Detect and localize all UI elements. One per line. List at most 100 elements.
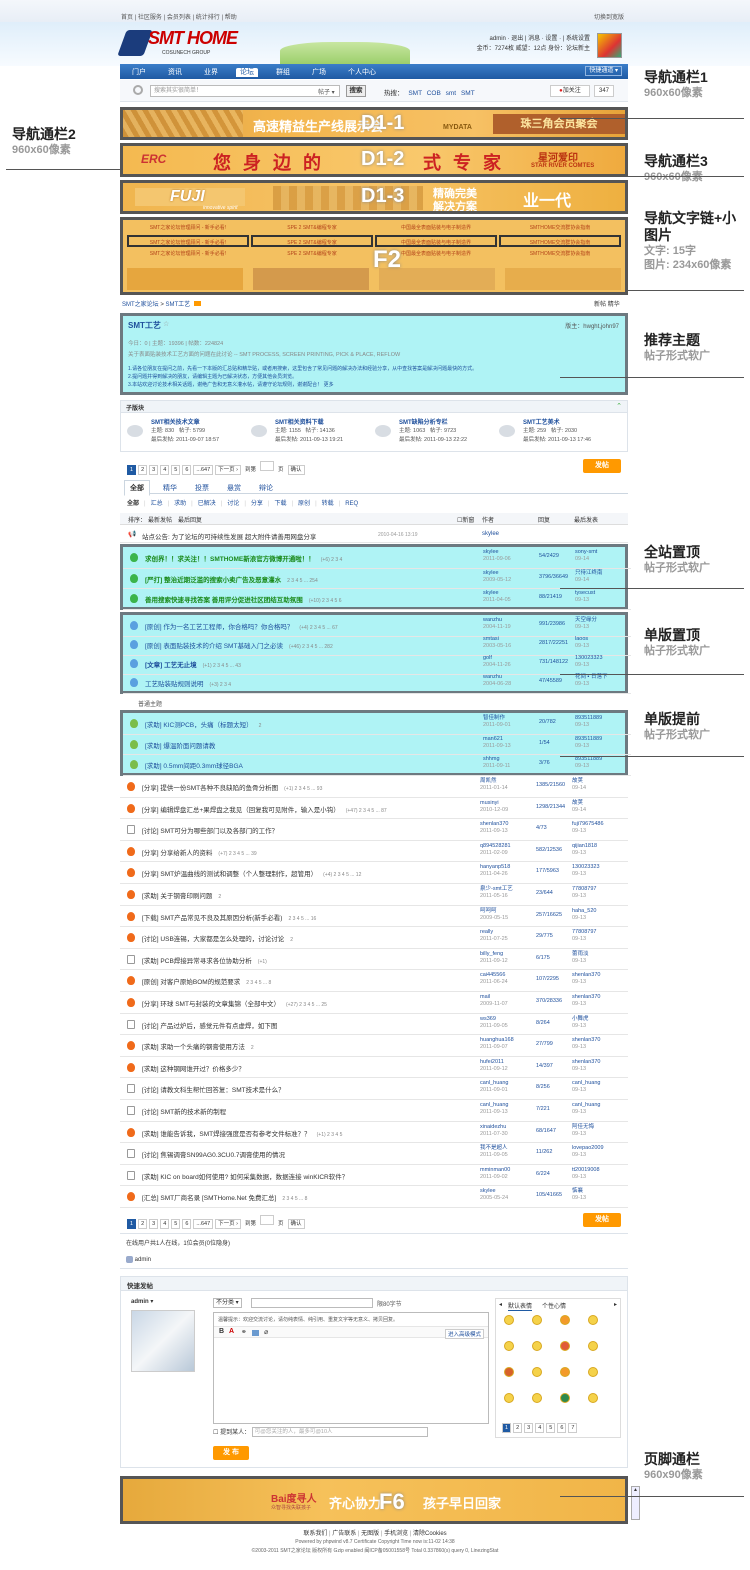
follow-button[interactable]: ●加关注: [550, 85, 590, 97]
thread-title-text[interactable]: [求助] PCB焊接异常寻求各位协助分析: [142, 958, 252, 965]
thread-last-post[interactable]: canl_huang 09-13: [572, 1102, 600, 1116]
thread-author[interactable]: 智佳制作 2011-09-01: [483, 715, 511, 729]
thread-title[interactable]: [原创] 作为一名工艺工程师，你合格吗？你合格吗？ (+4) 2 3 4 5 ..…: [145, 621, 338, 631]
page-link[interactable]: 1: [127, 465, 137, 475]
emoticon-next-icon[interactable]: ▸: [614, 1301, 617, 1308]
thread-title[interactable]: [分享] SMT炉温曲线的测试和调整（个人整理制作，超管用） (+4) 2 3 4…: [142, 868, 361, 878]
page-link[interactable]: 下一页 ›: [215, 465, 242, 475]
author-name[interactable]: canl_huang: [480, 1080, 508, 1086]
thread-row[interactable]: [求助] KIC on board如何使用? 如何采集数据，数据连接 winKI…: [120, 1165, 628, 1187]
thread-row[interactable]: [求助] PCB焊接异常寻求各位协助分析 (+1) billy_feng 2011-0…: [120, 949, 628, 971]
text-link-ad[interactable]: SMTHOME交流群协会指南: [499, 248, 621, 260]
last-poster[interactable]: shenlan370: [572, 1037, 600, 1043]
hot-search-term[interactable]: SMT: [461, 90, 475, 97]
thread-row[interactable]: [讨论] SMT新的技术新的制程 canl_huang 2011-09-13 7/22…: [120, 1100, 628, 1122]
category-select[interactable]: 不分类 ▾: [213, 1298, 242, 1308]
last-poster[interactable]: 阿佳无悔: [572, 1124, 594, 1130]
author-name[interactable]: huanghua168: [480, 1037, 514, 1043]
thread-title[interactable]: 工艺贴装贴规则说明 (+3) 2 3 4: [145, 678, 231, 688]
text-link-ad[interactable]: SMTHOME交流群协会指南: [499, 235, 621, 247]
thread-title-text[interactable]: [原创] 表面贴装技术的介绍 SMT基础入门之必读: [145, 643, 283, 650]
page-link[interactable]: 3: [149, 465, 159, 475]
last-poster[interactable]: shenlan370: [572, 972, 600, 978]
new-post-button[interactable]: 发帖: [583, 459, 621, 473]
author-name[interactable]: mail: [480, 994, 490, 1000]
last-poster[interactable]: haha_520: [572, 908, 596, 914]
thread-last-post[interactable]: 天空缘分 09-13: [575, 617, 597, 631]
thread-row[interactable]: [求助] 爆温阶面问题请教 man621 2011-09-13 1/54 8935118…: [123, 734, 631, 755]
author-name[interactable]: ws369: [480, 1016, 496, 1022]
thread-title-text[interactable]: [求助] 关于钢膏印刷问题: [142, 893, 212, 900]
thread-pages[interactable]: (+7) 2 3 4 5 ... 39: [218, 851, 256, 857]
author-name[interactable]: cai445566: [480, 972, 505, 978]
type-filter[interactable]: 全部: [127, 501, 139, 507]
hot-search-term[interactable]: COB: [427, 90, 441, 97]
thread-last-post[interactable]: 蕾雨淡 09-13: [572, 951, 589, 965]
thread-title[interactable]: [讨论] 焦锡调膏SN99AG0.3CU0.7调膏使用的情况: [142, 1149, 291, 1159]
last-poster[interactable]: 77808797: [572, 929, 596, 935]
thread-pages[interactable]: 2: [251, 1045, 254, 1051]
user-actions[interactable]: admin · 退出 | 消息 · 设置 · | 系统设置: [460, 34, 590, 44]
thread-author[interactable]: skylee 2005-05-24: [480, 1188, 508, 1202]
toplink-stats[interactable]: 统计排行: [196, 15, 220, 21]
thread-title[interactable]: [求助] 谁能告诉我，SMT焊接强度是否有参考文件标准？？ (+1) 2 3 4 …: [142, 1128, 342, 1138]
author-name[interactable]: 周凯然: [480, 778, 497, 784]
type-filter[interactable]: 下载: [274, 501, 286, 507]
toplink-help[interactable]: 帮助: [225, 15, 237, 21]
thread-last-post[interactable]: fuji79675486 09-13: [572, 821, 604, 835]
nav-item[interactable]: 资讯: [164, 68, 186, 77]
thread-author[interactable]: hanyanp518 2011-04-26: [480, 864, 510, 878]
thread-last-post[interactable]: 花间 ▪ 日落下 09-13: [575, 674, 608, 688]
thread-title[interactable]: [讨论] 产品过炉后，感觉元件有点虚焊，如下图: [142, 1020, 283, 1030]
emoticon-page-link[interactable]: 6: [557, 1423, 567, 1433]
goto-confirm-button[interactable]: 确认: [287, 1219, 305, 1229]
hot-search-term[interactable]: smt: [446, 90, 456, 97]
author-name[interactable]: skylee: [483, 570, 499, 576]
thread-last-post[interactable]: shenlan370 09-13: [572, 1059, 600, 1073]
page-link[interactable]: 5: [171, 1219, 181, 1229]
thread-pages[interactable]: (+1) 2 3 4 5 ... 43: [203, 663, 241, 669]
thread-author[interactable]: cai445566 2011-06-24: [480, 972, 508, 986]
emoticon-icon[interactable]: [504, 1315, 514, 1325]
page-link[interactable]: 2: [138, 1219, 148, 1229]
thread-row[interactable]: 求创界！！求关注！！SMTHOME新浪官方微博开通啦！！ (+6) 2 3 4 sk…: [123, 547, 631, 569]
thread-title[interactable]: [下载] SMT产品常见不良及其原因分析(新手必看) 2 3 4 5 ... 16: [142, 912, 316, 922]
thread-title[interactable]: [文章] 工艺无止境 (+1) 2 3 4 5 ... 43: [145, 659, 241, 669]
last-poster[interactable]: sony-smt: [575, 549, 597, 555]
thread-pages[interactable]: (+46) 2 3 4 5 ... 282: [289, 644, 333, 650]
type-filter[interactable]: 汇总: [151, 501, 163, 507]
footer-link[interactable]: 联系我们: [303, 1531, 327, 1537]
text-link-ad[interactable]: SMT之家论坛管理顾问 - 新手必看!: [127, 248, 249, 260]
emoticon-page-link[interactable]: 4: [535, 1423, 545, 1433]
emoticon-icon[interactable]: [504, 1367, 514, 1377]
nav-item[interactable]: 门户: [128, 68, 150, 77]
thread-row[interactable]: [求助] 这种钢网谁开过？价格多少？ hufei2011 2011-09-12 14/…: [120, 1057, 628, 1079]
thread-title-text[interactable]: [讨论] 请教文科生帮忙回答复：SMT技术是什么？: [142, 1087, 285, 1094]
thread-last-post[interactable]: 阿佳无悔 09-13: [572, 1124, 594, 1138]
banner-ad-d1-3[interactable]: FUJI innovative spirit 精确完美 解决方案 业一代 D1-…: [120, 180, 628, 214]
thread-last-post[interactable]: laoos 09-13: [575, 636, 589, 650]
thread-title-text[interactable]: [讨论] SMT新的技术新的制程: [142, 1109, 226, 1116]
thread-title[interactable]: [求助] PCB焊接异常寻求各位协助分析 (+1): [142, 955, 267, 965]
page-link[interactable]: 1: [127, 1219, 137, 1229]
thread-title[interactable]: [讨论] SMT可分为哪些部门以及各部门的工作？: [142, 825, 284, 835]
hot-search-term[interactable]: SMT: [408, 90, 422, 97]
thread-row[interactable]: [讨论] SMT可分为哪些部门以及各部门的工作？ shenlan370 2011-0…: [120, 819, 628, 841]
page-link[interactable]: ...647: [193, 465, 214, 475]
thread-author[interactable]: canl_huang 2011-09-01: [480, 1080, 508, 1094]
last-poster[interactable]: fuji79675486: [572, 821, 604, 827]
thread-title-text[interactable]: [分享] SMT炉温曲线的测试和调整（个人整理制作，超管用）: [142, 871, 317, 878]
last-poster[interactable]: 130023323: [572, 864, 600, 870]
online-user[interactable]: admin: [126, 1256, 151, 1263]
text-link-ad[interactable]: SMT之家论坛管理顾问 - 新手必看!: [127, 222, 249, 234]
page-link[interactable]: 2: [138, 465, 148, 475]
emoticon-page-link[interactable]: 3: [524, 1423, 534, 1433]
page-link[interactable]: 4: [160, 1219, 170, 1229]
search-input[interactable]: 搜索其实很简单！: [150, 85, 340, 97]
page-link[interactable]: 6: [182, 1219, 192, 1229]
page-link[interactable]: ...647: [193, 1219, 214, 1229]
last-poster[interactable]: 天空缘分: [575, 617, 597, 623]
subforum-item[interactable]: SMT相关资料下载 主题: 1155 帖子: 14136 最后发帖: 2011-09…: [251, 417, 371, 449]
emoticon-tab[interactable]: 默认表情: [508, 1301, 533, 1311]
thread-title-text[interactable]: [分享] 编辑焊盘汇总+果焊盘之我见（回复我可见附件，输入是小钩）: [142, 807, 340, 814]
